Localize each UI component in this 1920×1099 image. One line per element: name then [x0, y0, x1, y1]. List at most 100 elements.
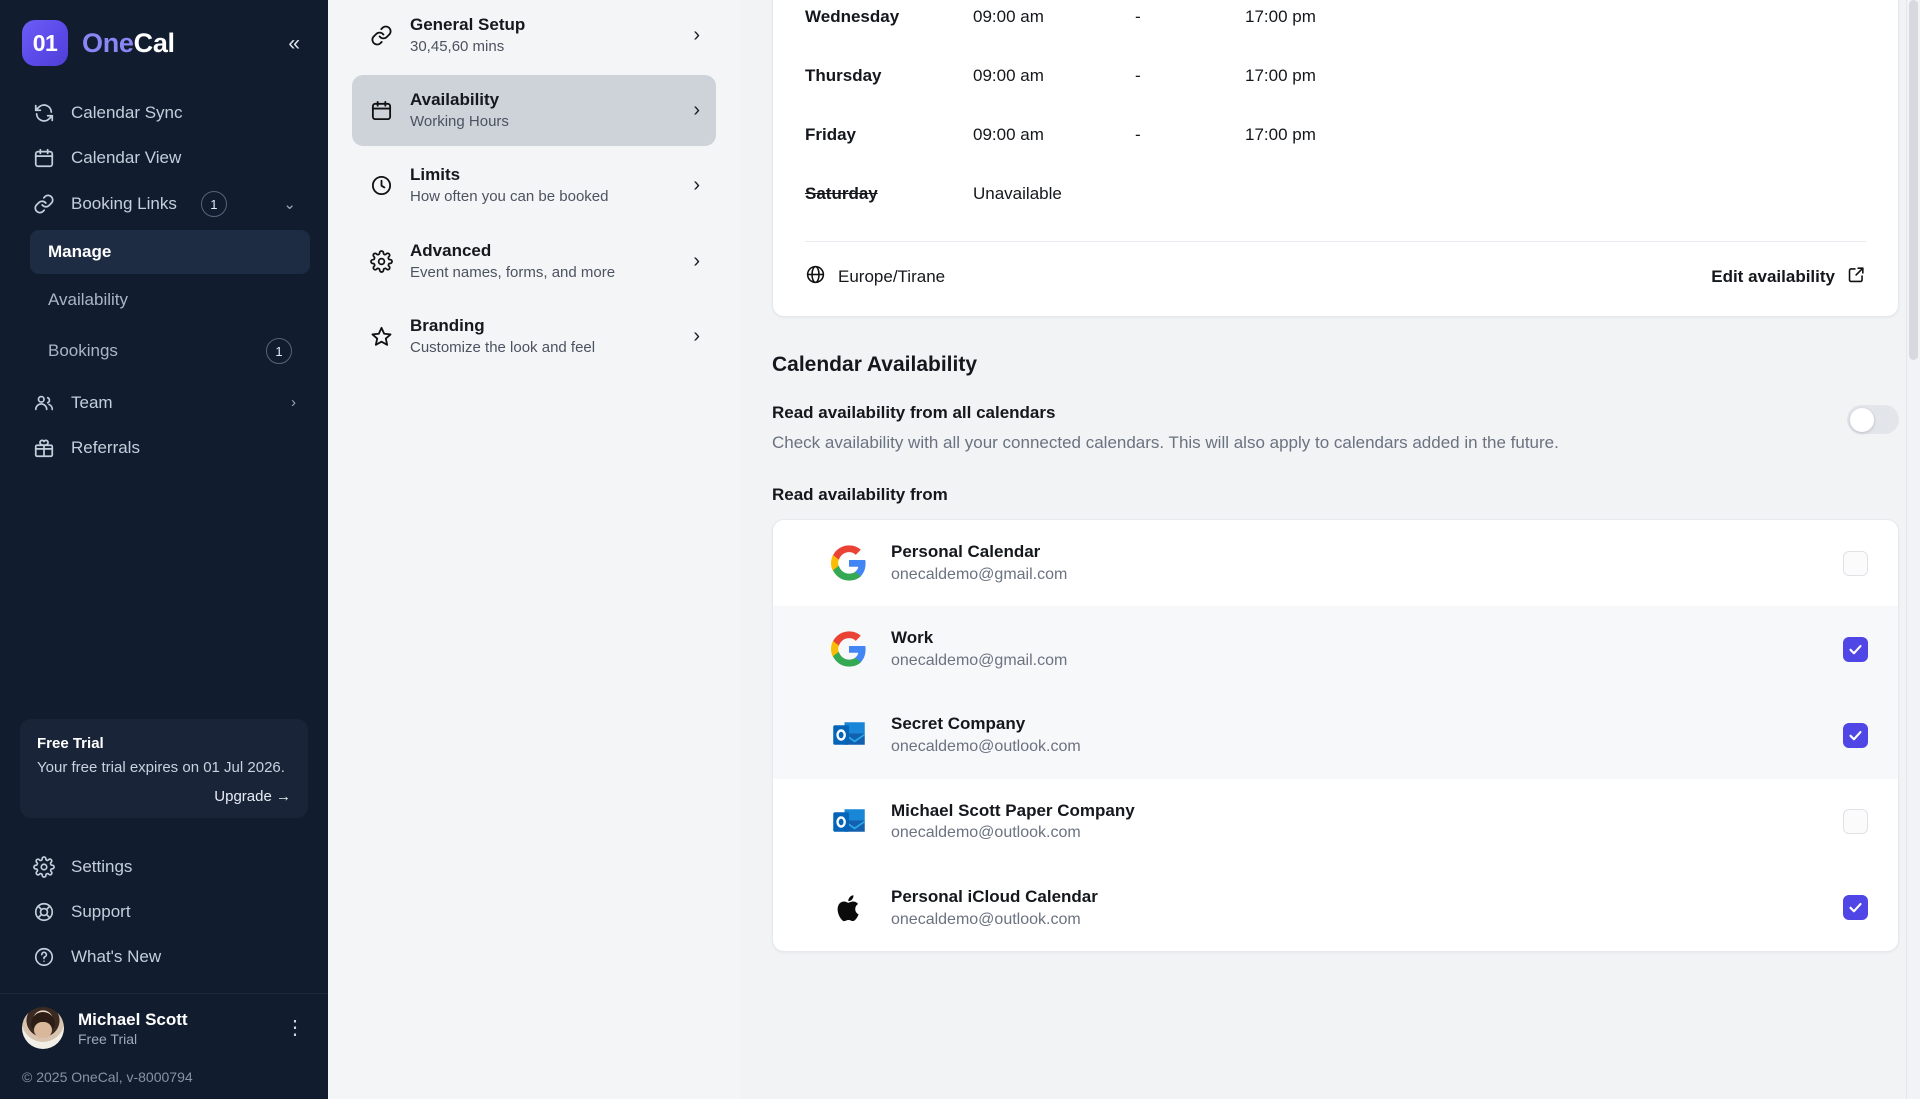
panel-item-title: Availability: [410, 90, 500, 110]
panel-item-availability[interactable]: Availability Working Hours ›: [352, 75, 716, 147]
sidebar-item-support[interactable]: Support: [18, 889, 310, 934]
calendar-name: Michael Scott Paper Company: [891, 800, 1135, 820]
sidebar-item-booking-links[interactable]: Booking Links 1 ⌄: [18, 180, 310, 228]
schedule-start-time: 09:00 am: [973, 6, 1044, 26]
gear-icon: [32, 855, 55, 878]
app-title-one: One: [82, 27, 134, 58]
schedule-row: Thursday 09:00 am - 17:00 pm: [805, 46, 1866, 105]
sidebar-item-team[interactable]: Team ›: [18, 380, 310, 425]
panel-item-text: General Setup 30,45,60 mins: [410, 14, 525, 57]
list-item[interactable]: Personal Calendar onecaldemo@gmail.com: [773, 520, 1898, 606]
sidebar-subitem-manage[interactable]: Manage: [30, 230, 310, 274]
schedule-day: Friday: [805, 124, 857, 144]
sidebar-item-calendar-sync[interactable]: Calendar Sync: [18, 90, 310, 135]
app-title: OneCal: [82, 28, 175, 59]
chevron-down-icon[interactable]: ⌄: [283, 195, 296, 213]
calendar-checkbox[interactable]: [1843, 636, 1868, 662]
read-all-calendars-toggle[interactable]: [1847, 405, 1899, 434]
google-icon: [829, 629, 869, 669]
panel-item-limits[interactable]: Limits How often you can be booked ›: [352, 150, 716, 221]
calendar-checkbox[interactable]: [1843, 809, 1868, 835]
collapse-sidebar-icon[interactable]: «: [282, 29, 306, 58]
sidebar-nav: Calendar Sync Calendar View Booking Link…: [0, 84, 328, 470]
app-title-cal: Cal: [133, 27, 175, 58]
free-trial-card: Free Trial Your free trial expires on 01…: [20, 718, 308, 818]
calendar-name: Personal Calendar: [891, 542, 1041, 561]
calendar-name: Personal iCloud Calendar: [891, 886, 1098, 906]
schedule-start-time: 09:00 am: [973, 65, 1044, 85]
sidebar-item-label: Booking Links: [71, 194, 177, 213]
panel-item-text: Advanced Event names, forms, and more: [410, 240, 615, 283]
user-name: Michael Scott: [78, 1010, 188, 1030]
list-item[interactable]: Secret Company onecaldemo@outlook.com: [773, 692, 1898, 779]
edit-availability-label: Edit availability: [1711, 267, 1835, 286]
sidebar-item-settings[interactable]: Settings: [18, 844, 310, 889]
read-availability-from-label: Read availability from: [772, 485, 948, 504]
user-profile-text: Michael Scott Free Trial: [78, 1009, 188, 1046]
sidebar-item-calendar-view[interactable]: Calendar View: [18, 135, 310, 180]
panel-item-text: Branding Customize the look and feel: [410, 315, 595, 358]
calendar-email: onecaldemo@gmail.com: [891, 565, 1068, 583]
panel-item-subtitle: Event names, forms, and more: [410, 263, 616, 281]
edit-availability-button[interactable]: Edit availability: [1711, 265, 1866, 289]
calendar-checkbox[interactable]: [1843, 895, 1868, 921]
panel-item-general-setup[interactable]: General Setup 30,45,60 mins ›: [352, 0, 716, 71]
panel-item-advanced[interactable]: Advanced Event names, forms, and more ›: [352, 226, 716, 297]
user-profile[interactable]: Michael Scott Free Trial ⋮: [0, 994, 328, 1059]
list-item[interactable]: Work onecaldemo@gmail.com: [773, 606, 1898, 693]
panel-item-subtitle: 30,45,60 mins: [410, 37, 505, 55]
read-all-calendars-label: Read availability from all calendars: [772, 403, 1056, 422]
gear-icon: [368, 248, 394, 274]
chevron-right-icon[interactable]: ›: [693, 99, 700, 122]
panel-item-text: Limits How often you can be booked: [410, 164, 608, 207]
chevron-right-icon[interactable]: ›: [693, 325, 700, 348]
sidebar-item-label: Settings: [71, 856, 133, 876]
sidebar-subitem-availability[interactable]: Availability: [30, 278, 310, 322]
panel-item-title: Advanced: [410, 240, 492, 260]
calendar-name: Secret Company: [891, 714, 1026, 734]
calendar-email: onecaldemo@gmail.com: [891, 651, 1068, 669]
chevron-right-icon[interactable]: ›: [291, 394, 296, 411]
sidebar-item-label: Support: [71, 901, 131, 921]
list-item-text: Secret Company onecaldemo@outlook.com: [891, 712, 1081, 758]
toggle-knob: [1850, 407, 1874, 432]
scrollbar-thumb[interactable]: [1909, 0, 1918, 360]
sidebar-item-referrals[interactable]: Referrals: [18, 425, 310, 470]
schedule-row: Friday 09:00 am - 17:00 pm: [805, 105, 1866, 164]
schedule-unavailable-label: Unavailable: [973, 183, 1062, 203]
page-title: Calendar Availability: [772, 353, 978, 376]
free-trial-title: Free Trial: [37, 734, 104, 752]
free-trial-description: Your free trial expires on 01 Jul 2026.: [37, 758, 285, 776]
read-all-calendars-text: Read availability from all calendars Che…: [772, 403, 1847, 453]
list-item-text: Michael Scott Paper Company onecaldemo@o…: [891, 799, 1135, 845]
calendar-checkbox[interactable]: [1843, 722, 1868, 748]
sidebar-item-label: Referrals: [71, 437, 140, 457]
list-item[interactable]: Michael Scott Paper Company onecaldemo@o…: [773, 779, 1898, 865]
list-item-text: Work onecaldemo@gmail.com: [891, 626, 1067, 672]
booking-links-subnav: Manage Availability Bookings 1: [0, 230, 328, 376]
lifebuoy-icon: [32, 900, 55, 923]
chevron-right-icon[interactable]: ›: [693, 250, 700, 273]
vertical-scrollbar[interactable]: [1906, 0, 1920, 1099]
read-all-calendars-row: Read availability from all calendars Che…: [772, 403, 1899, 453]
upgrade-button[interactable]: Upgrade →: [37, 788, 291, 805]
outlook-icon: [829, 715, 869, 755]
sync-icon: [32, 101, 55, 124]
sidebar-item-whats-new[interactable]: What's New: [18, 934, 310, 979]
schedule-day: Wednesday: [805, 6, 900, 26]
calendar-email: onecaldemo@outlook.com: [891, 910, 1081, 928]
calendar-checkbox[interactable]: [1843, 550, 1868, 576]
timezone-label: Europe/Tirane: [838, 267, 946, 286]
panel-item-branding[interactable]: Branding Customize the look and feel ›: [352, 301, 716, 372]
link-icon: [32, 193, 55, 216]
user-plan: Free Trial: [78, 1030, 138, 1047]
calendar-list: Personal Calendar onecaldemo@gmail.com W…: [772, 519, 1899, 952]
user-menu-icon[interactable]: ⋮: [285, 1018, 306, 1038]
schedule-day: Saturday: [805, 183, 878, 203]
list-item[interactable]: Personal iCloud Calendar onecaldemo@outl…: [773, 865, 1898, 951]
sidebar-bottom-nav: Settings Support What's New: [0, 844, 328, 987]
chevron-right-icon[interactable]: ›: [693, 24, 700, 47]
chevron-right-icon[interactable]: ›: [693, 174, 700, 197]
sidebar-subitem-bookings[interactable]: Bookings 1: [30, 326, 310, 376]
list-item-text: Personal iCloud Calendar onecaldemo@outl…: [891, 885, 1098, 931]
